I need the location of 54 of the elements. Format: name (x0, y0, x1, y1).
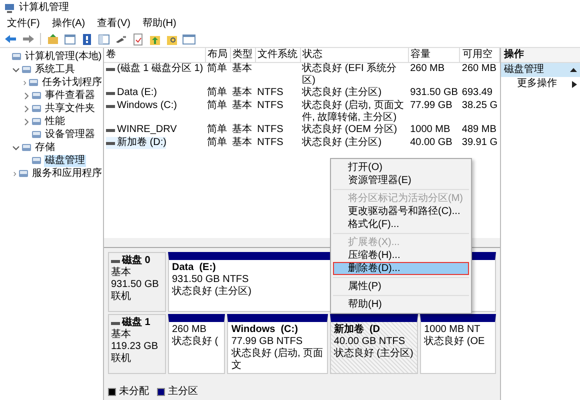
table-cell: NTFS (257, 100, 284, 111)
disk-name: 磁盘 1 (122, 317, 150, 328)
table-cell: 简单 (207, 100, 228, 111)
table-cell: 基本 (232, 124, 252, 135)
table-cell: NTFS (257, 124, 284, 135)
partition-status: 状态良好 (启动, 页面文 (231, 348, 324, 372)
table-cell: 状态良好 (启动, 页面文件, 故障转储, 主分区) (302, 100, 404, 123)
disk-info: 联机 (111, 291, 132, 303)
partition-name: Data (E:) (172, 262, 216, 274)
disk-info: 基本 (111, 267, 132, 279)
partition-name: 新加卷 (D (334, 324, 380, 336)
partition-status: 状态良好 (主分区) (334, 348, 414, 360)
disk-info: 基本 (111, 329, 132, 341)
table-cell: 260 MB (462, 63, 496, 74)
partition-name: Windows (C:) (231, 324, 298, 336)
actions-header: 操作 (501, 48, 580, 63)
table-cell: NTFS (257, 87, 284, 98)
table-cell: 基本 (232, 100, 252, 111)
disk-name: 磁盘 0 (122, 255, 150, 266)
partition-size: 40.00 GB NTFS (334, 336, 406, 348)
partition-size: 1000 MB NT (424, 324, 480, 336)
table-cell: 39.91 G (462, 137, 498, 148)
disk-info: 931.50 GB (111, 279, 160, 290)
partition-size: 260 MB (172, 324, 206, 336)
table-cell: 简单 (207, 87, 228, 98)
partition-status: 状态良好 (OE (424, 336, 485, 348)
table-cell: 简单 (207, 63, 228, 74)
table-cell: 状态良好 (OEM 分区) (302, 124, 398, 135)
partition-size: 931.50 GB NTFS (172, 274, 249, 286)
window-title: 计算机管理 (19, 2, 69, 14)
table-cell: 基本 (232, 87, 252, 98)
table-cell: 931.50 GB (410, 87, 458, 98)
table-cell: 基本 (232, 63, 252, 74)
table-cell: NTFS (257, 137, 284, 148)
partition-status: 状态良好 (主分区) (172, 286, 252, 298)
table-cell: 77.99 GB (410, 100, 452, 111)
table-cell: 40.00 GB (410, 137, 452, 148)
legend-label: 主分区 (168, 386, 198, 398)
table-cell: 489 MB (462, 124, 496, 135)
legend-label: 未分配 (119, 386, 149, 398)
partition-size: 77.99 GB NTFS (231, 336, 302, 348)
table-cell: 状态良好 (主分区) (302, 137, 382, 148)
table-cell: 693.49 (462, 87, 492, 98)
disk-info: 119.23 GB (111, 341, 160, 352)
table-cell: 260 MB (410, 63, 445, 74)
table-cell: 38.25 G (462, 100, 498, 111)
table-cell: 1000 MB (410, 124, 450, 135)
disk-info: 联机 (111, 353, 132, 365)
partition-status: 状态良好 ( (172, 336, 218, 348)
table-cell: 简单 (207, 124, 228, 135)
table-cell: 状态良好 (主分区) (302, 87, 382, 98)
table-cell: 基本 (232, 137, 252, 148)
table-cell: 简单 (207, 137, 228, 148)
table-cell: 状态良好 (EFI 系统分区) (302, 63, 397, 86)
